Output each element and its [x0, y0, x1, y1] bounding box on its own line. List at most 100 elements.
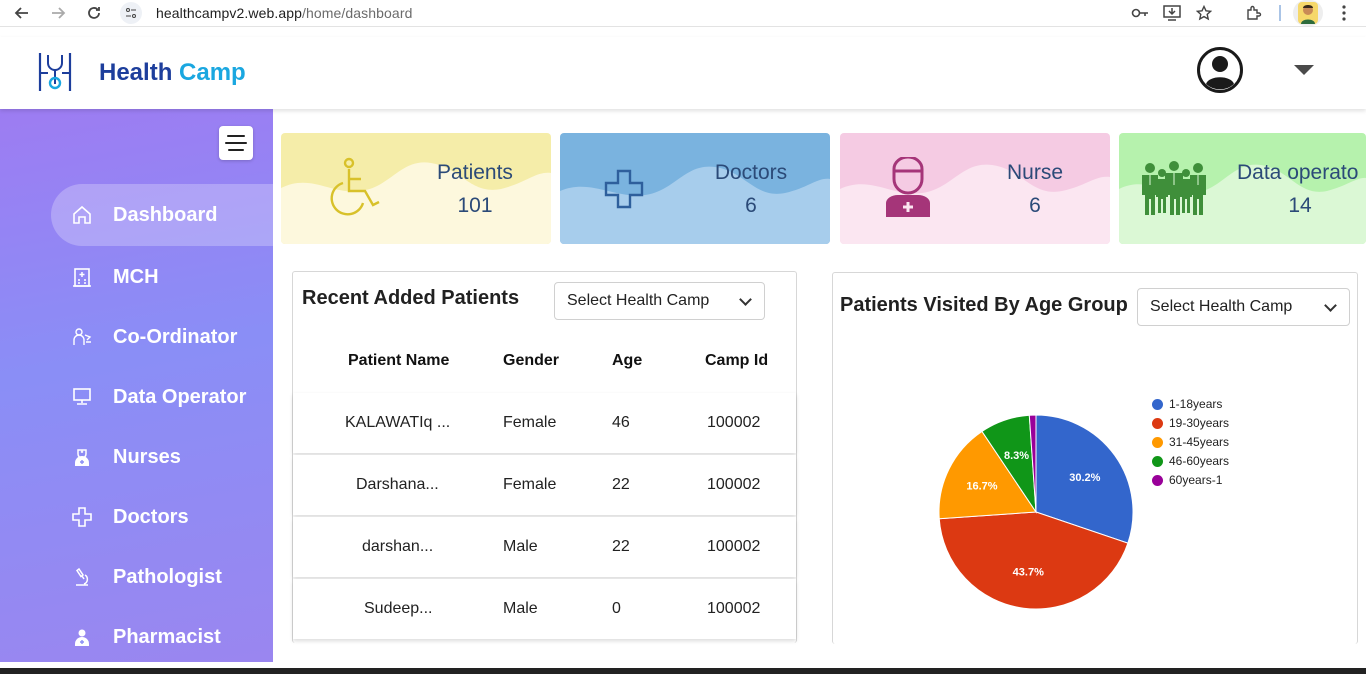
- brand-name: Health Camp: [99, 59, 246, 87]
- sidebar-item-label: Nurses: [113, 445, 181, 468]
- legend-item[interactable]: 46-60years: [1152, 454, 1229, 468]
- install-app-icon[interactable]: [1161, 2, 1183, 24]
- cell-camp-id: 100002: [707, 476, 761, 493]
- site-info-icon[interactable]: [120, 2, 142, 24]
- column-header-age[interactable]: Age: [612, 352, 642, 370]
- cell-gender: Male: [503, 600, 538, 617]
- legend-swatch: [1152, 455, 1163, 467]
- password-key-icon[interactable]: [1129, 2, 1151, 24]
- sidebar-toggle-button[interactable]: [219, 126, 253, 160]
- stat-card-data-operator[interactable]: Data operato 14: [1119, 133, 1366, 244]
- sidebar-item-doctors[interactable]: Doctors: [71, 486, 273, 548]
- legend-swatch: [1152, 474, 1163, 486]
- browser-menu-icon[interactable]: [1334, 2, 1354, 24]
- nurse-icon: [882, 155, 942, 223]
- cell-age: 46: [612, 414, 630, 431]
- sidebar-item-label: Dashboard: [113, 203, 218, 226]
- cell-camp-id: 100002: [707, 414, 761, 431]
- team-icon: [1139, 161, 1209, 217]
- sidebar-item-data-operator[interactable]: Data Operator: [71, 366, 273, 428]
- column-header-camp-id[interactable]: Camp Id: [705, 352, 768, 370]
- select-label: Select Health Camp: [567, 292, 710, 309]
- browser-toolbar: healthcampv2.web.app/home/dashboard: [0, 0, 1366, 27]
- legend-swatch: [1152, 417, 1163, 429]
- legend-item[interactable]: 60years-1: [1152, 473, 1222, 487]
- medical-cross-icon: [604, 169, 644, 209]
- address-bar[interactable]: healthcampv2.web.app/home/dashboard: [120, 0, 1120, 26]
- nurse-icon: [71, 446, 93, 468]
- table-row[interactable]: Sudeep... Male 0 100002: [293, 579, 796, 639]
- sidebar-item-label: Pathologist: [113, 565, 222, 588]
- age-group-pie-chart[interactable]: 30.2% 43.7% 16.7% 8.3%: [930, 406, 1142, 618]
- stat-card-nurse[interactable]: Nurse 6: [840, 133, 1110, 244]
- cell-gender: Female: [503, 414, 557, 431]
- stat-count: 6: [1029, 194, 1041, 217]
- bookmark-star-icon[interactable]: [1193, 2, 1215, 24]
- sidebar-item-pharmacist[interactable]: Pharmacist: [71, 606, 273, 668]
- legend-item[interactable]: 1-18years: [1152, 397, 1222, 411]
- table-row[interactable]: darshan... Male 22 100002: [293, 517, 796, 577]
- reload-icon[interactable]: [83, 2, 105, 24]
- wheelchair-icon: [323, 155, 383, 221]
- pie-data-label: 30.2%: [1069, 472, 1100, 484]
- stat-card-doctors[interactable]: Doctors 6: [560, 133, 830, 244]
- patients-health-camp-select[interactable]: Select Health Camp: [554, 282, 765, 320]
- table-row[interactable]: KALAWATIq ... Female 46 100002: [293, 393, 796, 453]
- legend-label: 46-60years: [1169, 454, 1230, 468]
- stat-title: Nurse: [1006, 161, 1064, 184]
- sidebar: Dashboard MCH Co-Ordinator Data Operator…: [0, 109, 273, 662]
- health-camp-logo-icon: [36, 51, 74, 93]
- legend-swatch: [1152, 398, 1163, 410]
- recent-patients-title: Recent Added Patients: [302, 287, 520, 309]
- user-avatar-icon[interactable]: [1197, 47, 1243, 93]
- url-path: /home/dashboard: [302, 5, 413, 21]
- pie-data-label: 16.7%: [966, 481, 997, 493]
- back-icon[interactable]: [11, 2, 33, 24]
- sidebar-item-mch[interactable]: MCH: [71, 246, 273, 308]
- url-host: healthcampv2.web.app: [156, 5, 302, 21]
- cell-camp-id: 100002: [707, 600, 761, 617]
- sidebar-item-nurses[interactable]: Nurses: [71, 426, 273, 488]
- home-icon: [71, 204, 93, 226]
- cell-patient-name: Sudeep...: [364, 600, 433, 617]
- stat-title: Doctors: [714, 161, 788, 184]
- pie-data-label: 8.3%: [1004, 450, 1029, 462]
- column-header-gender[interactable]: Gender: [503, 352, 559, 370]
- forward-icon[interactable]: [47, 2, 69, 24]
- column-header-patient-name[interactable]: Patient Name: [348, 352, 449, 370]
- legend-item[interactable]: 31-45years: [1152, 435, 1229, 449]
- toolbar-divider: [1279, 5, 1281, 21]
- coordinator-icon: [71, 326, 93, 348]
- legend-item[interactable]: 19-30years: [1152, 416, 1229, 430]
- cell-patient-name: KALAWATIq ...: [345, 414, 451, 431]
- pharmacist-icon: [71, 626, 93, 648]
- cell-camp-id: 100002: [707, 538, 761, 555]
- stat-card-patients[interactable]: Patients 101: [281, 133, 551, 244]
- brand-name-part2: Camp: [179, 59, 246, 86]
- extensions-icon[interactable]: [1243, 2, 1265, 24]
- select-label: Select Health Camp: [1150, 298, 1293, 315]
- user-menu-caret-icon[interactable]: [1294, 65, 1314, 75]
- sidebar-item-dashboard[interactable]: Dashboard: [51, 184, 273, 246]
- legend-label: 60years-1: [1169, 473, 1223, 487]
- age-health-camp-select[interactable]: Select Health Camp: [1137, 288, 1350, 326]
- microscope-icon: [71, 566, 93, 588]
- sidebar-item-label: MCH: [113, 265, 159, 288]
- sidebar-item-co-ordinator[interactable]: Co-Ordinator: [71, 306, 273, 368]
- medical-cross-icon: [71, 506, 93, 528]
- chevron-down-icon: [739, 293, 752, 306]
- legend-label: 19-30years: [1169, 416, 1230, 430]
- sidebar-item-label: Co-Ordinator: [113, 325, 238, 348]
- cell-age: 0: [612, 600, 621, 617]
- profile-avatar-icon[interactable]: [1293, 0, 1323, 26]
- cell-age: 22: [612, 476, 630, 493]
- cell-patient-name: darshan...: [362, 538, 434, 555]
- sidebar-item-pathologist[interactable]: Pathologist: [71, 546, 273, 608]
- table-row[interactable]: Darshana... Female 22 100002: [293, 455, 796, 515]
- hospital-icon: [71, 266, 93, 288]
- taskbar-edge: [0, 668, 1366, 674]
- url-text: healthcampv2.web.app/home/dashboard: [156, 5, 412, 21]
- sidebar-item-label: Data Operator: [113, 385, 247, 408]
- legend-swatch: [1152, 436, 1163, 448]
- stat-title: Patients: [437, 161, 513, 184]
